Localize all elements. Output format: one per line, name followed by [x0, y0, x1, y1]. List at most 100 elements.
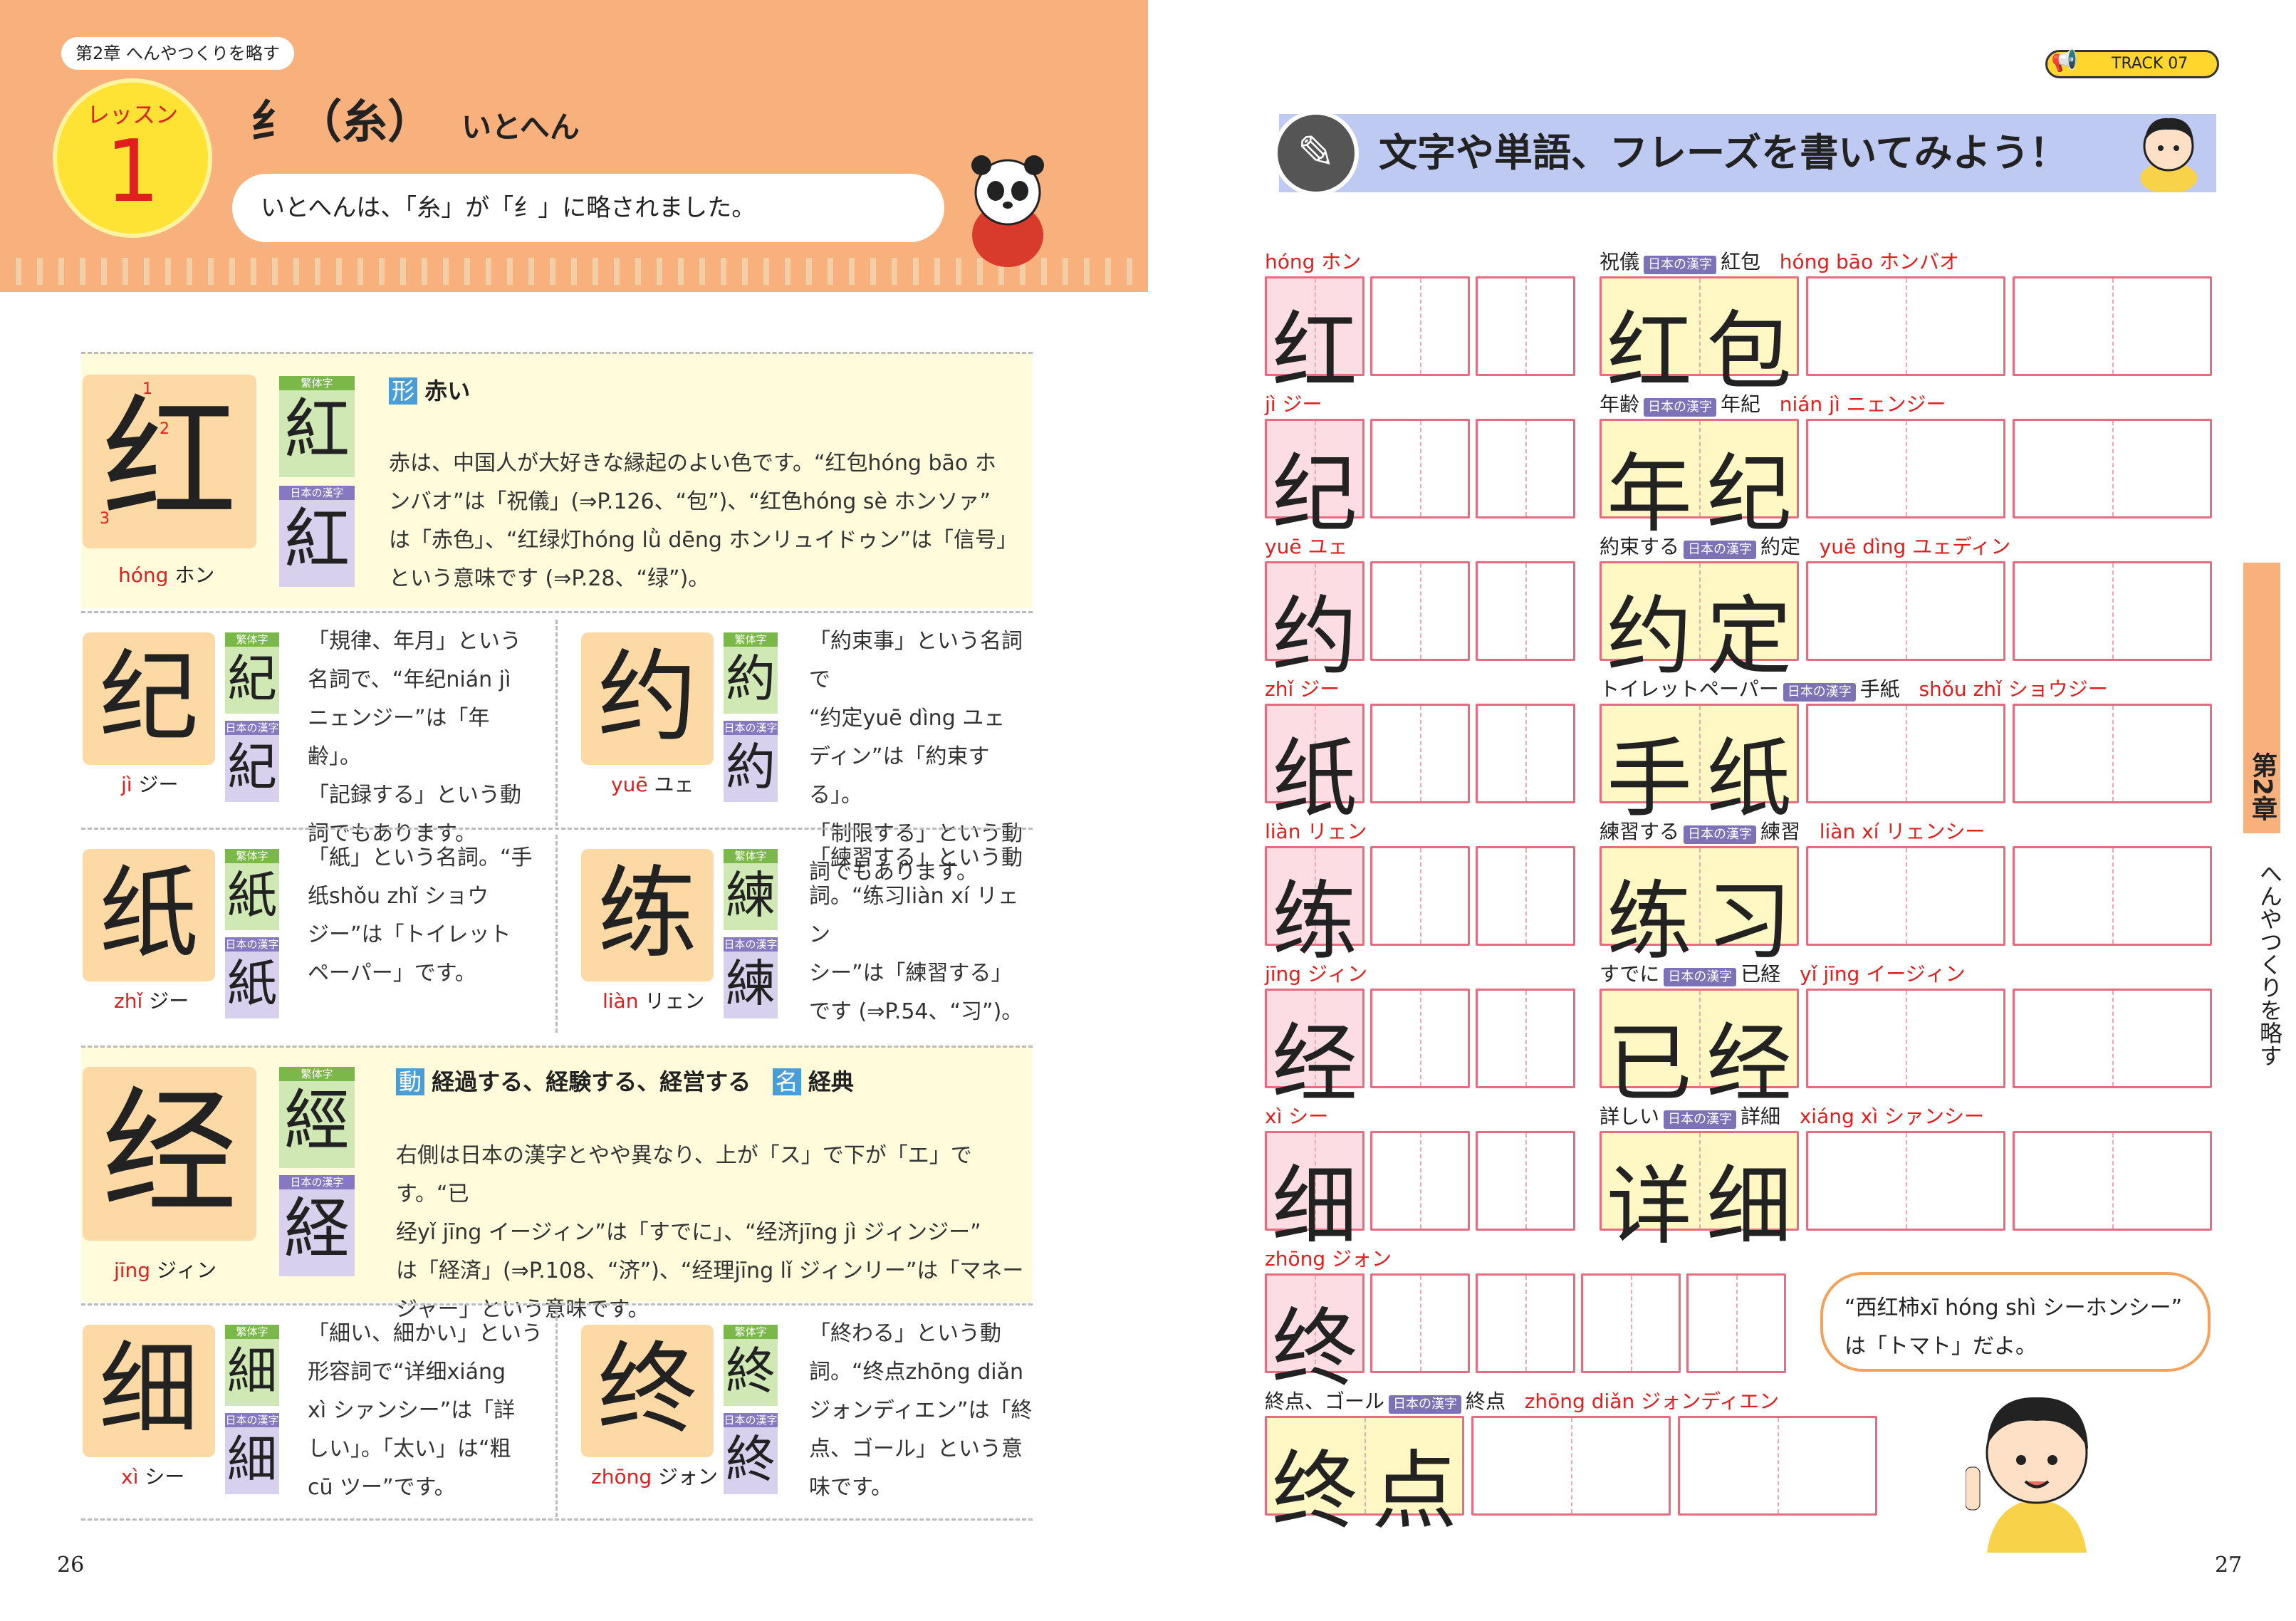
trad-char-box: 繁体字細 — [225, 1325, 279, 1406]
practice-cell[interactable] — [1476, 419, 1575, 518]
practice-char: 年 — [1607, 445, 1692, 544]
grid-guide-line — [1736, 1276, 1738, 1371]
practice-cell[interactable] — [2013, 704, 2212, 803]
word-pinyin: shǒu zhǐ ショウジー — [1919, 677, 2108, 701]
divider-vertical — [555, 835, 558, 1033]
practice-cell[interactable] — [1476, 989, 1575, 1088]
jp-char-box: 日本の漢字細 — [225, 1413, 279, 1494]
entry-description: 「終わる」という動 詞。“终点zhōng diǎn ジォンディエン”は「終 点、… — [809, 1315, 1033, 1507]
trad-label: 繁体字 — [724, 632, 778, 647]
panda-mascot-icon — [954, 150, 1061, 271]
entry-py: zhǐ — [114, 989, 143, 1013]
jp-tag: 日本の漢字 — [1664, 968, 1737, 986]
desc-line: 「練習する」という動 — [809, 845, 1023, 870]
page-number-left: 26 — [57, 1553, 85, 1578]
practice-cell[interactable] — [1370, 704, 1470, 803]
lesson-title: 纟（糸） いとへん — [251, 85, 580, 151]
jp-char: 経 — [283, 1191, 350, 1267]
meaning-line: 動 経過する、経験する、経営する 名 経典 — [396, 1064, 854, 1097]
practice-cell[interactable] — [2013, 276, 2212, 376]
practice-char: 经 — [1706, 1015, 1792, 1114]
practice-cell[interactable] — [1370, 419, 1470, 518]
practice-cell[interactable] — [1370, 846, 1470, 946]
word-pinyin: liàn xí リェンシー — [1819, 820, 1985, 843]
grid-guide-line — [1778, 1418, 1779, 1513]
practice-cell[interactable] — [1581, 1273, 1681, 1373]
word-kanji: 詳細 — [1741, 1105, 1781, 1128]
practice-cell[interactable] — [2013, 846, 2212, 946]
practice-cell[interactable] — [2013, 1131, 2212, 1231]
practice-cell[interactable] — [1476, 561, 1575, 661]
practice-char: 红 — [1607, 303, 1692, 402]
practice-cell[interactable] — [1678, 1416, 1877, 1516]
radical: 纟（糸） — [251, 96, 433, 149]
entry-pinyin: hóng ホン — [118, 560, 214, 588]
speech-bubble: “西红柿xī hóng shì シーホンシー” は「トマト」だよ。 — [1820, 1272, 2211, 1372]
entry-pinyin: zhǐ ジー — [114, 986, 189, 1014]
row-pinyin: yuē ユェ — [1265, 535, 1348, 558]
entry-description: 「細い、細かい」という 形容詞で“详细xiáng xì シァンシー”は「詳 しい… — [308, 1315, 543, 1507]
desc-line: シー”は「練習する」 — [809, 961, 1013, 986]
practice-cell[interactable] — [1476, 1131, 1575, 1231]
desc-line: ジォンディエン”は「終 — [809, 1398, 1033, 1423]
row-word-label: 年齢 日本の漢字 年紀 nián jì ニェンジー — [1600, 389, 1946, 417]
trad-char: 經 — [283, 1083, 350, 1159]
practice-cell[interactable] — [1476, 846, 1575, 946]
entry-char: 纸 — [98, 856, 199, 972]
entry-char-tile: 约 — [581, 632, 714, 765]
grid-guide-line — [2112, 848, 2114, 944]
practice-cell[interactable] — [1471, 1416, 1671, 1516]
practice-cell[interactable] — [1476, 276, 1575, 376]
practice-cell[interactable] — [1686, 1273, 1786, 1373]
desc-line: 经yǐ jīng イージィン”は「すでに」、“经济jīng jì ジィンジー” — [396, 1220, 981, 1245]
divider — [81, 1518, 1033, 1521]
trad-char-box: 繁体字練 — [724, 849, 778, 930]
practice-char: 纪 — [1272, 445, 1357, 544]
grid-guide-line — [1906, 278, 1907, 374]
practice-cell[interactable] — [1370, 276, 1470, 376]
stroke-number-1: 1 — [142, 380, 152, 398]
practice-char: 终 — [1272, 1300, 1357, 1399]
practice-cell[interactable] — [1806, 846, 2005, 946]
trad-char-box: 繁体字紅 — [279, 376, 355, 477]
divider — [81, 828, 1033, 830]
practice-cell[interactable] — [1806, 989, 2005, 1088]
jp-label: 日本の漢字 — [225, 721, 279, 735]
practice-cell[interactable] — [1370, 989, 1470, 1088]
entry-py: jì — [121, 773, 132, 796]
practice-cell[interactable] — [1476, 704, 1575, 803]
entry-char-tile: 纸 — [83, 849, 215, 981]
jp-char: 紙 — [227, 954, 277, 1013]
boy-mascot-icon — [2129, 107, 2208, 194]
entry-char: 经 — [101, 1074, 237, 1231]
grid-guide-line — [1525, 848, 1527, 944]
trad-char: 紀 — [227, 650, 277, 708]
practice-cell[interactable] — [2013, 989, 2212, 1088]
practice-cell[interactable] — [1806, 704, 2005, 803]
practice-cell[interactable] — [1806, 419, 2005, 518]
practice-cell[interactable] — [1806, 1131, 2005, 1231]
practice-cell[interactable] — [2013, 419, 2212, 518]
jp-label: 日本の漢字 — [225, 937, 279, 952]
grid-guide-line — [1525, 1133, 1527, 1229]
grid-guide-line — [2112, 1133, 2114, 1229]
word-kanji: 年紀 — [1721, 392, 1761, 416]
practice-cell[interactable] — [1370, 1131, 1470, 1231]
practice-cell[interactable] — [1806, 276, 2005, 376]
practice-cell[interactable] — [1476, 1273, 1575, 1373]
desc-line: しい」。「太い」は“粗 — [308, 1437, 511, 1461]
grid-guide-line — [1525, 1276, 1527, 1371]
desc-line: 点、ゴール」という意 — [809, 1437, 1023, 1461]
trad-char-box: 繁体字約 — [724, 632, 778, 714]
practice-cell[interactable] — [1806, 561, 2005, 661]
entry-char: 纪 — [98, 640, 199, 756]
practice-cell[interactable] — [1370, 1273, 1470, 1373]
row-pinyin: hóng ホン — [1265, 250, 1362, 273]
practice-cell[interactable] — [2013, 561, 2212, 661]
practice-cell[interactable] — [1370, 561, 1470, 661]
practice-char: 约 — [1607, 588, 1692, 687]
word-kanji: 紅包 — [1721, 250, 1761, 273]
boy-pointing-mascot-icon — [1965, 1382, 2108, 1553]
word-pinyin: yǐ jīng イージィン — [1800, 962, 1966, 986]
practice-char: 细 — [1272, 1157, 1357, 1256]
